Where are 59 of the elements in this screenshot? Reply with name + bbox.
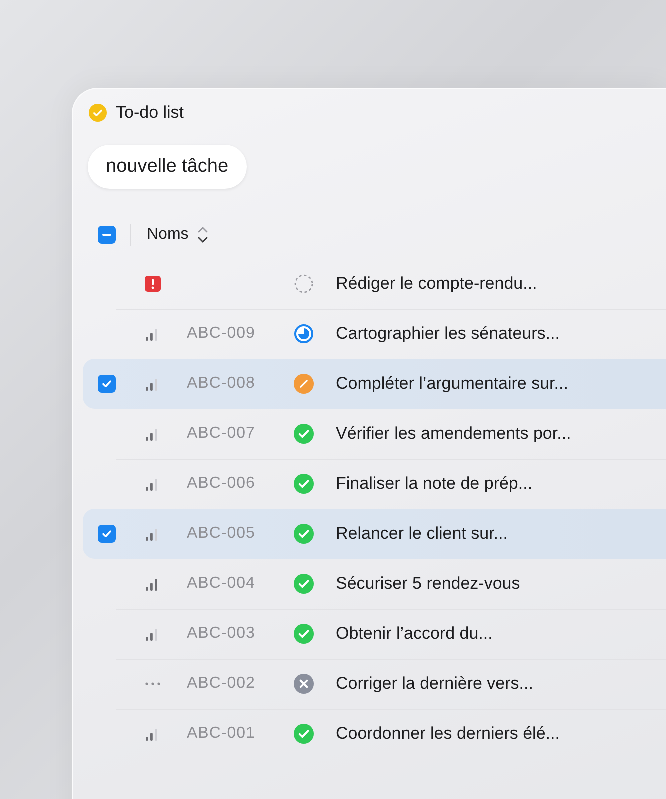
task-row[interactable]: ABC-002 Corriger la dernière vers... <box>73 659 666 709</box>
check-circle-icon <box>294 624 314 644</box>
task-title: Obtenir l’accord du... <box>336 624 493 644</box>
column-header[interactable]: Noms <box>147 226 189 244</box>
dashed-circle-icon <box>294 274 314 294</box>
task-id: ABC-006 <box>187 475 256 493</box>
check-circle-icon <box>294 424 314 444</box>
check-circle-icon <box>89 104 107 122</box>
task-id: ABC-001 <box>187 725 256 743</box>
check-circle-icon <box>294 574 314 594</box>
task-title: Vérifier les amendements por... <box>336 424 572 444</box>
row-checkbox[interactable] <box>98 525 116 543</box>
task-id: ABC-007 <box>187 424 256 442</box>
signal-bars-icon <box>145 527 159 541</box>
task-title: Cartographier les sénateurs... <box>336 324 560 344</box>
task-title: Sécuriser 5 rendez-vous <box>336 574 520 594</box>
signal-bars-icon <box>145 626 159 640</box>
task-id: ABC-009 <box>187 325 256 343</box>
check-circle-icon <box>294 724 314 744</box>
window-title: To-do list <box>116 103 184 123</box>
half-circle-icon <box>294 324 314 344</box>
task-id: ABC-005 <box>187 525 256 543</box>
row-checkbox[interactable] <box>98 375 116 393</box>
check-circle-icon <box>294 474 314 494</box>
task-row[interactable]: ABC-007 Vérifier les amendements por... <box>73 409 666 459</box>
check-icon <box>101 378 113 390</box>
signal-bars-icon <box>145 327 159 341</box>
signal-bars-icon <box>145 477 159 491</box>
task-row[interactable]: ABC-001 Coordonner les derniers élé... <box>73 709 666 759</box>
task-title: Corriger la dernière vers... <box>336 674 534 694</box>
task-title: Relancer le client sur... <box>336 524 508 544</box>
task-row[interactable]: ABC-003 Obtenir l’accord du... <box>73 609 666 659</box>
check-circle-icon <box>294 524 314 544</box>
signal-bars-icon <box>145 377 159 391</box>
task-row[interactable]: ABC-004 Sécuriser 5 rendez-vous <box>73 559 666 609</box>
task-title: Finaliser la note de prép... <box>336 474 533 494</box>
pencil-circle-icon <box>294 374 314 394</box>
new-task-button[interactable]: nouvelle tâche <box>88 145 247 189</box>
signal-bars-icon <box>145 727 159 741</box>
task-id: ABC-008 <box>187 375 256 393</box>
task-title: Rédiger le compte-rendu... <box>336 274 538 294</box>
signal-bars-icon <box>145 576 159 590</box>
cross-circle-icon <box>294 674 314 694</box>
task-title: Compléter l’argumentaire sur... <box>336 374 568 394</box>
task-row[interactable]: ABC-006 Finaliser la note de prép... <box>73 459 666 509</box>
task-row[interactable]: ABC-005 Relancer le client sur... <box>83 509 666 559</box>
check-icon <box>101 528 113 540</box>
task-title: Coordonner les derniers élé... <box>336 724 560 744</box>
task-id: ABC-002 <box>187 674 256 692</box>
select-all-checkbox[interactable] <box>98 226 116 244</box>
task-row[interactable]: Rédiger le compte-rendu... <box>73 259 666 309</box>
signal-bars-icon <box>145 426 159 440</box>
urgent-priority-icon <box>145 276 161 292</box>
task-id: ABC-003 <box>187 624 256 642</box>
sort-icon[interactable] <box>196 225 209 245</box>
task-row[interactable]: ABC-009 Cartographier les sénateurs... <box>73 309 666 359</box>
more-dots-icon <box>145 682 161 686</box>
task-id: ABC-004 <box>187 574 256 592</box>
task-row[interactable]: ABC-008 Compléter l’argumentaire sur... <box>83 359 666 409</box>
